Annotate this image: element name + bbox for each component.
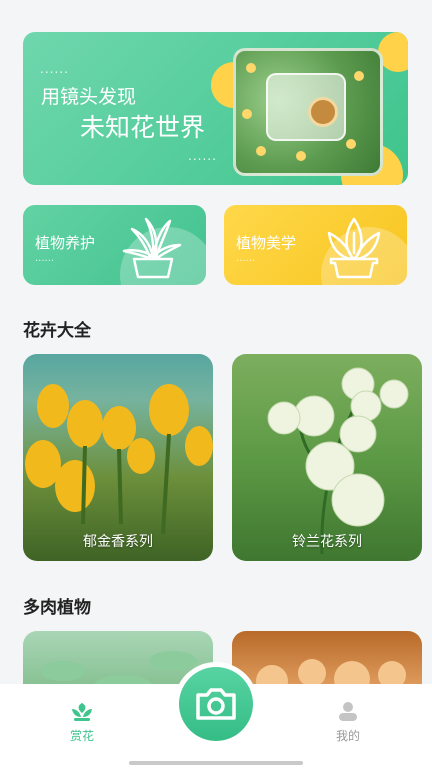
banner-dots-bottom: ...... [188,149,217,163]
camera-photo-subject [266,73,346,141]
camera-button[interactable] [174,662,258,746]
flower-card-tulip[interactable]: 郁金香系列 [23,354,213,561]
banner-photo [233,48,383,176]
banner-line-1: 用镜头发现 [41,86,137,108]
banner-dots-top: ...... [40,62,69,76]
tab-appreciate-flowers[interactable]: 赏花 [42,699,122,744]
section-title-flowers: 花卉大全 [23,321,91,341]
plant-aesthetics-label: 植物美学 [236,234,297,252]
tulip-photo [25,384,213,535]
tab-appreciate-label: 赏花 [69,729,94,743]
camera-icon [196,688,236,720]
user-icon [339,702,357,721]
plant-care-dots: ...... [35,253,55,264]
plant-aesthetics-dots: ...... [236,253,256,264]
lily-photo [267,367,409,555]
plant-care-label: 植物养护 [35,234,96,252]
plant-care-card[interactable]: 植物养护 ...... [23,205,206,285]
potted-plant-icon [327,217,381,279]
section-title-succulents: 多肉植物 [23,598,91,618]
flower-card-lily[interactable]: 铃兰花系列 [232,354,422,561]
flower-card-lily-label: 铃兰花系列 [292,534,362,550]
banner-line-2: 未知花世界 [80,113,206,142]
tab-mine[interactable]: 我的 [308,699,388,744]
home-indicator [129,761,303,765]
flower-card-tulip-label: 郁金香系列 [83,534,153,550]
potted-plant-icon [122,217,182,279]
hero-banner[interactable]: ...... 用镜头发现 未知花世界 ...... [23,32,408,185]
plant-aesthetics-card[interactable]: 植物美学 ...... [224,205,407,285]
plant-sprout-icon [72,703,92,721]
tab-mine-label: 我的 [335,729,360,743]
